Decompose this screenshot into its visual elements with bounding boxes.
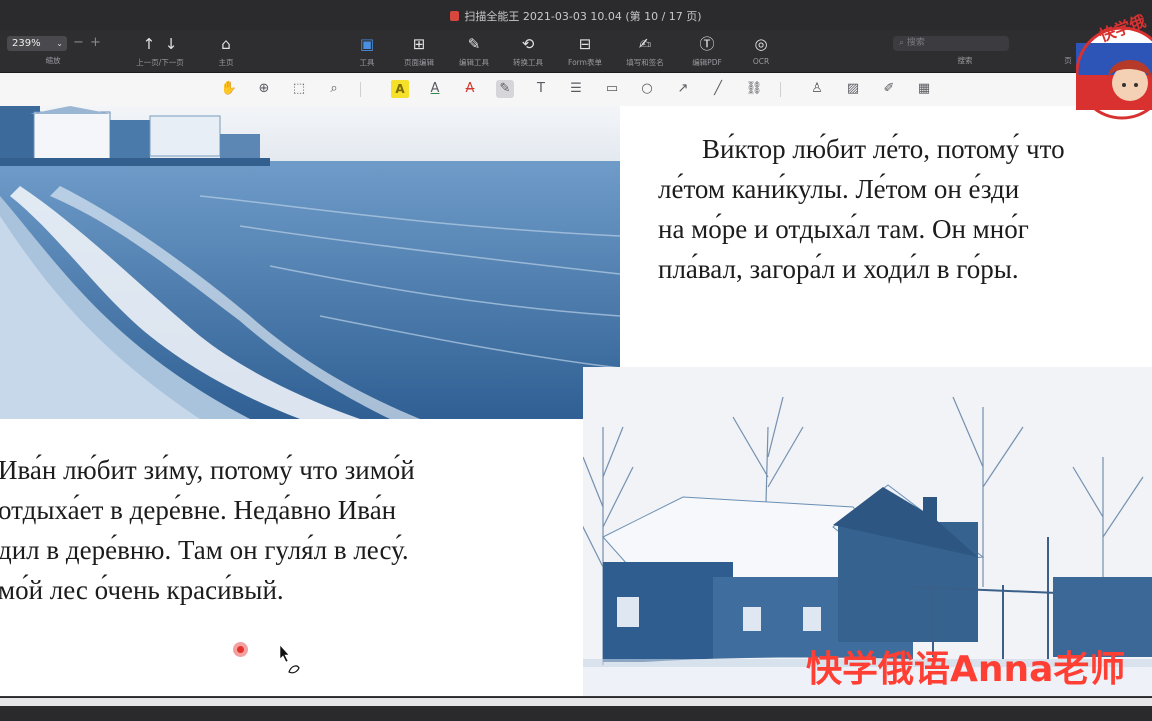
zoom-value: 239% [12, 38, 41, 49]
zoom-out-button[interactable]: − [73, 35, 84, 50]
mouse-cursor-icon [279, 644, 300, 674]
sea-illustration [0, 106, 620, 419]
table-icon[interactable]: ▦ [915, 80, 933, 98]
line-icon[interactable]: ╱ [709, 80, 727, 98]
search-icon: ⌕ [899, 38, 907, 48]
arrow-icon[interactable]: ↗ [674, 80, 692, 98]
tool-toolbox[interactable]: ▣ 工具 [351, 34, 383, 68]
tool-convert[interactable]: ⟲ 转换工具 [506, 34, 550, 68]
convert-icon: ⟲ [521, 35, 535, 53]
search-caption-wrap: 搜索 [945, 52, 985, 66]
nav-caption: 上一页/下一页 [136, 58, 184, 67]
window-titlebar: 扫描全能王 2021-03-03 10.04 (第 10 / 17 页) [0, 0, 1152, 30]
channel-watermark: 快学俄语Anna老师 [806, 649, 1126, 690]
text-line: ле́том кани́кулы. Ле́том он е́зди [658, 174, 1020, 204]
image-icon[interactable]: ▨ [844, 80, 862, 98]
tool-edit-pdf[interactable]: Ⓣ 编辑PDF [683, 34, 731, 68]
channel-avatar: 快学俄 [1075, 3, 1152, 141]
ocr-icon: ◎ [754, 35, 768, 53]
tool-label: 工具 [359, 58, 375, 67]
paragraph-winter: Ива́н лю́бит зи́му, потому́ что зимо́й о… [0, 450, 415, 610]
arrow-up-icon[interactable]: ↑ [143, 35, 156, 53]
app-icon [450, 11, 460, 21]
home-icon: ⌂ [221, 35, 231, 53]
text-line: Ива́н лю́бит зи́му, потому́ что зимо́й [0, 455, 415, 485]
main-toolbar: 239% ⌄ − + 缩放 ↑ ↓ 上一页/下一页 ⌂ 主页 ▣ 工具 ⊞ 页面编… [0, 30, 1152, 73]
marquee-select-icon[interactable]: ⬚ [290, 80, 308, 98]
window-title: 扫描全能王 2021-03-03 10.04 (第 10 / 17 页) [0, 8, 1152, 24]
rectangle-icon[interactable]: ▭ [603, 80, 621, 98]
area-zoom-icon[interactable]: ⌕ [325, 80, 343, 98]
page-nav-group: ↑ ↓ 上一页/下一页 [125, 34, 195, 68]
circle-icon[interactable]: ○ [638, 80, 656, 98]
sea-photo [0, 106, 620, 419]
text-tool-icon[interactable]: T [532, 80, 550, 98]
note-icon[interactable]: ☰ [567, 80, 585, 98]
home-caption: 主页 [218, 58, 234, 67]
search-placeholder: 搜索 [906, 38, 925, 48]
text-line: мо́й лес о́чень краси́вый. [0, 575, 284, 605]
text-line: Ви́ктор лю́бит ле́то, потому́ что [702, 134, 1065, 164]
zoom-caption-wrap: 缩放 [28, 52, 78, 66]
stamp-icon[interactable]: ♙ [808, 80, 826, 98]
tool-label: 页面编辑 [404, 58, 434, 67]
arrow-down-icon[interactable]: ↓ [165, 35, 178, 53]
sign-icon: ✍ [638, 35, 652, 53]
edit-icon: ✎ [467, 35, 481, 53]
annotation-toolbar: ✋ ⊕ ⬚ ⌕ A A A ✎ T ☰ ▭ ○ ↗ ╱ ⛓ ♙ ▨ ✐ ▦ [0, 73, 1152, 107]
text-edit-icon: Ⓣ [699, 35, 715, 53]
text-line: отдыха́ет в дере́вне. Неда́вно Ива́н [0, 495, 397, 525]
zoom-tool-icon[interactable]: ⊕ [255, 80, 273, 98]
tool-edit[interactable]: ✎ 编辑工具 [452, 34, 496, 68]
tool-label: OCR [752, 57, 770, 66]
document-page: Ви́ктор лю́бит ле́то, потому́ что ле́том… [0, 106, 1152, 696]
strikethrough-text-icon[interactable]: A [461, 80, 479, 98]
underline-text-icon[interactable]: A [426, 80, 444, 98]
text-line: на мо́ре и отдыха́л там. Он мно́г [658, 214, 1029, 244]
tool-label: Form表单 [568, 58, 602, 67]
tool-form[interactable]: ⊟ Form表单 [560, 34, 610, 68]
tool-label: 编辑工具 [459, 58, 489, 67]
toolbox-icon: ▣ [359, 35, 375, 53]
zoom-in-button[interactable]: + [90, 35, 101, 50]
tool-label: 编辑PDF [692, 58, 722, 67]
horizontal-scrollbar[interactable] [0, 698, 1152, 706]
grid-icon: ⊞ [412, 35, 426, 53]
text-line: пла́вал, загора́л и ходи́л в го́ры. [658, 254, 1019, 284]
tool-label: 转换工具 [513, 58, 543, 67]
toolbar-divider [780, 82, 781, 97]
toolbar-divider [360, 82, 361, 97]
link-icon[interactable]: ⛓ [745, 80, 763, 98]
text-line: дил в дере́вню. Там он гуля́л в лесу́. [0, 535, 409, 565]
hand-tool-icon[interactable]: ✋ [220, 80, 238, 98]
right-caption-wrap: 页 [1062, 52, 1074, 66]
chevron-down-icon: ⌄ [56, 39, 63, 48]
tool-label: 填写和签名 [626, 58, 664, 67]
record-indicator [233, 642, 248, 657]
tool-sign[interactable]: ✍ 填写和签名 [620, 34, 670, 68]
signature-icon[interactable]: ✐ [880, 80, 898, 98]
zoom-caption: 缩放 [45, 56, 61, 65]
zoom-select[interactable]: 239% ⌄ [7, 36, 67, 51]
paragraph-summer: Ви́ктор лю́бит ле́то, потому́ что ле́том… [658, 129, 1065, 289]
search-input[interactable]: ⌕ 搜索 [893, 36, 1009, 51]
tool-page-edit[interactable]: ⊞ 页面编辑 [397, 34, 441, 68]
home-button[interactable]: ⌂ 主页 [211, 34, 241, 68]
right-caption: 页 [1064, 56, 1072, 65]
highlight-text-icon[interactable]: A [391, 80, 409, 98]
window-title-text: 扫描全能王 2021-03-03 10.04 (第 10 / 17 页) [464, 10, 702, 23]
form-icon: ⊟ [578, 35, 592, 53]
tool-ocr[interactable]: ◎ OCR [745, 34, 777, 66]
pencil-icon[interactable]: ✎ [496, 80, 514, 98]
search-caption: 搜索 [957, 56, 973, 65]
